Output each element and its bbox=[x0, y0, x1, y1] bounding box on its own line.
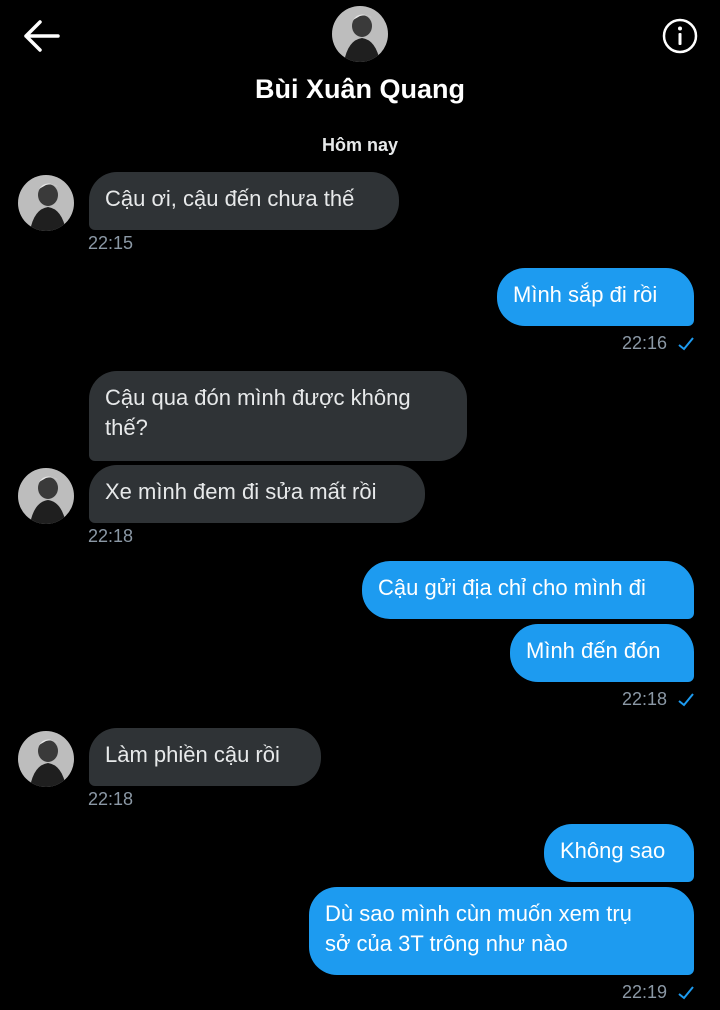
sender-avatar[interactable] bbox=[18, 731, 74, 787]
message-timestamp: 22:18 bbox=[88, 526, 134, 546]
arrow-left-icon bbox=[24, 20, 60, 52]
message-timestamp: 22:18 bbox=[88, 789, 134, 809]
incoming-message[interactable]: Cậu qua đón mình được không thế? bbox=[89, 371, 467, 461]
outgoing-message[interactable]: Mình đến đón bbox=[510, 624, 694, 682]
incoming-message[interactable]: Làm phiền cậu rồi bbox=[89, 728, 321, 786]
message-timestamp: 22:15 bbox=[88, 233, 134, 253]
sender-avatar[interactable] bbox=[18, 468, 74, 524]
message-timestamp: 22:19 bbox=[622, 982, 694, 1003]
info-button[interactable] bbox=[660, 16, 700, 56]
day-separator: Hôm nay bbox=[321, 135, 399, 155]
sent-check-icon bbox=[678, 986, 694, 1000]
back-button[interactable] bbox=[22, 18, 62, 54]
incoming-message[interactable]: Xe mình đem đi sửa mất rồi bbox=[89, 465, 425, 523]
info-circle-icon bbox=[662, 18, 698, 54]
incoming-message[interactable]: Cậu ơi, cậu đến chưa thế bbox=[89, 172, 399, 230]
outgoing-message[interactable]: Dù sao mình cùn muốn xem trụ sở của 3T t… bbox=[309, 887, 694, 975]
message-timestamp: 22:18 bbox=[622, 689, 694, 710]
sent-check-icon bbox=[678, 337, 694, 351]
contact-name[interactable]: Bùi Xuân Quang bbox=[0, 74, 720, 105]
outgoing-message[interactable]: Không sao bbox=[544, 824, 694, 882]
outgoing-message[interactable]: Mình sắp đi rồi bbox=[497, 268, 694, 326]
contact-avatar[interactable] bbox=[332, 6, 388, 62]
outgoing-message[interactable]: Cậu gửi địa chỉ cho mình đi bbox=[362, 561, 694, 619]
sent-check-icon bbox=[678, 693, 694, 707]
sender-avatar[interactable] bbox=[18, 175, 74, 231]
message-timestamp: 22:16 bbox=[622, 333, 694, 354]
